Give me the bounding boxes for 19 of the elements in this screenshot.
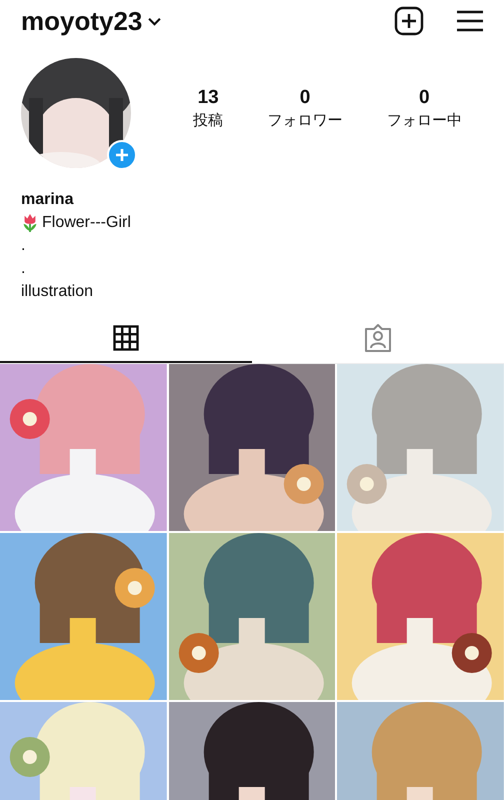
bio-text: illustration <box>21 282 94 302</box>
username: moyoty23 <box>21 6 142 36</box>
stat-count: 0 <box>419 86 430 108</box>
bio-text: . <box>21 259 26 279</box>
add-post-icon[interactable] <box>394 6 424 36</box>
tulip-icon <box>21 212 39 232</box>
tagged-person-icon <box>363 323 393 353</box>
display-name: marina <box>21 190 75 210</box>
stat-label[interactable]: 投稿 <box>193 110 224 130</box>
bio-text: Flower---Girl <box>42 213 131 233</box>
stat-count: 0 <box>300 86 310 108</box>
stat-count: 13 <box>198 86 219 108</box>
add-story-icon[interactable] <box>107 140 137 170</box>
chevron-down-icon[interactable] <box>148 16 162 26</box>
bio-text: . <box>21 236 26 256</box>
stat-label[interactable]: フォロワー <box>267 110 342 130</box>
grid-icon <box>113 325 139 351</box>
stat-label[interactable]: フォロー中 <box>386 110 462 130</box>
menu-icon[interactable] <box>456 9 484 33</box>
